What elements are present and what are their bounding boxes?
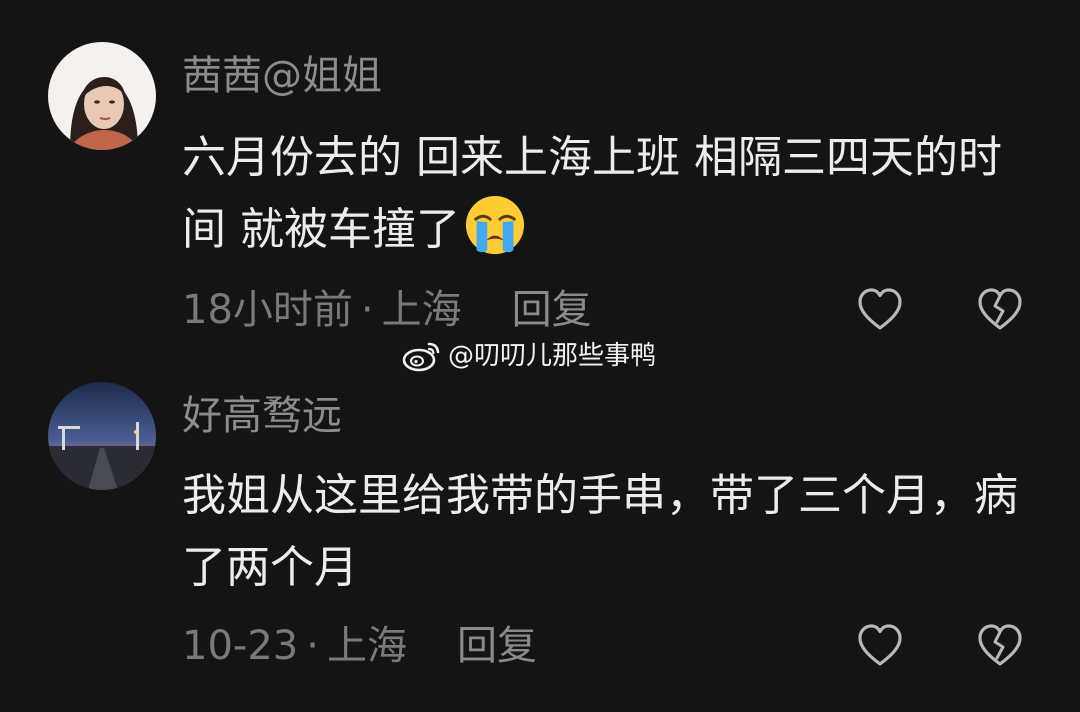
meta-separator: · [360,287,374,333]
broken-heart-icon[interactable] [974,284,1026,336]
reply-button[interactable]: 回复 [457,622,537,670]
avatar[interactable] [48,42,156,150]
comment-meta: 18小时前 · 上海 回复 [182,286,592,334]
meta-separator: · [306,623,319,669]
heart-outline-icon[interactable] [854,620,906,672]
comment-text: 我姐从这里给我带的手串，带了三个月，病了两个月 [182,460,1042,604]
comment-location: 上海 [381,287,462,333]
comment-username[interactable]: 茜茜@姐姐 [182,52,382,100]
comment-text-content: 我姐从这里给我带的手串，带了三个月，病了两个月 [182,470,1018,593]
comment-text: 六月份去的 回来上海上班 相隔三四天的时间 就被车撞了 [182,122,1042,266]
comment-time: 10-23 [182,623,299,669]
comment-item: 好高骛远 我姐从这里给我带的手串，带了三个月，病了两个月 10-23 · 上海 … [0,340,1080,712]
comment-location: 上海 [326,623,407,669]
comment-username[interactable]: 好高骛远 [182,392,342,440]
heart-outline-icon[interactable] [854,284,906,336]
comment-text-content: 六月份去的 回来上海上班 相隔三四天的时间 就被车撞了 [182,132,1002,255]
avatar-image [48,42,156,150]
avatar-image [48,382,156,490]
broken-heart-icon[interactable] [974,620,1026,672]
reply-button[interactable]: 回复 [512,286,592,334]
avatar[interactable] [48,382,156,490]
comment-item: 茜茜@姐姐 六月份去的 回来上海上班 相隔三四天的时间 就被车撞了 18小时前 … [0,0,1080,340]
comment-meta: 10-23 · 上海 回复 [182,622,537,670]
comment-time: 18小时前 [182,287,353,333]
loudly-crying-face-icon [465,195,525,255]
